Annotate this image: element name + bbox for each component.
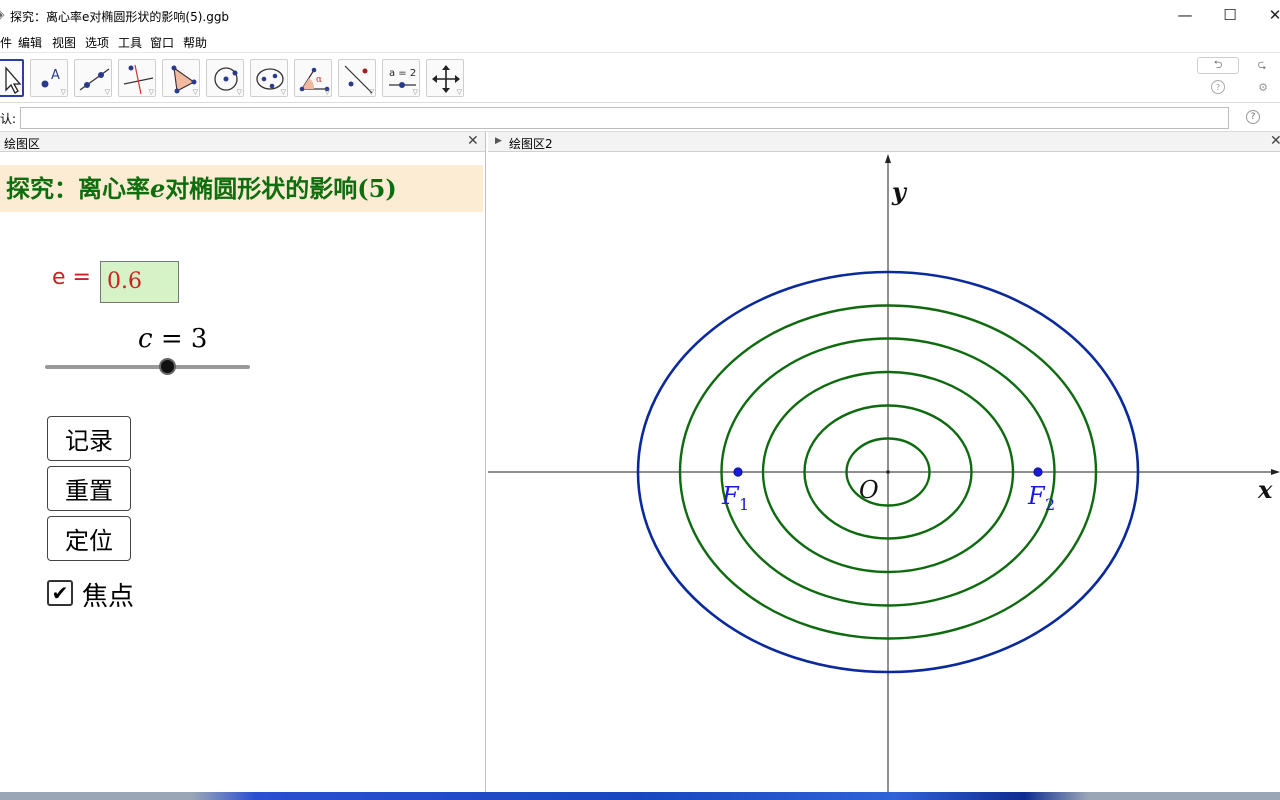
- focus-point-2: [1033, 467, 1043, 477]
- focus-point-1: [733, 467, 743, 477]
- line-tool[interactable]: ▽: [74, 59, 112, 97]
- focus-1-subscript: 1: [739, 495, 749, 514]
- menu-edit[interactable]: 编辑: [18, 34, 42, 51]
- focus-1-label: F: [721, 482, 740, 510]
- menu-tools[interactable]: 工具: [118, 34, 142, 51]
- conic-tool[interactable]: ▽: [250, 59, 288, 97]
- locate-button[interactable]: 定位: [47, 516, 131, 561]
- geogebra-window: ◈ 探究：离心率e对椭圆形状的影响(5).ggb — ☐ ✕ 件 编辑 视图 选…: [0, 0, 1280, 800]
- input-help-icon[interactable]: ?: [1246, 110, 1260, 124]
- angle-tool-label: α: [316, 75, 322, 85]
- foci-checkbox-label: 焦点: [82, 582, 135, 612]
- dropdown-triangle-icon: ▽: [368, 88, 374, 96]
- dropdown-triangle-icon: ▽: [236, 88, 242, 96]
- e-input[interactable]: 0.6: [100, 261, 179, 303]
- x-axis-arrow: [1271, 469, 1280, 475]
- expand-arrow-icon[interactable]: ▶: [495, 136, 502, 146]
- redo-button[interactable]: ⮎: [1241, 57, 1280, 74]
- move-graphics-tool[interactable]: ▽: [426, 59, 464, 97]
- slider-tool-label: a = 2: [389, 68, 416, 79]
- toolbar-help-icon[interactable]: ?: [1211, 80, 1225, 94]
- graphics-2-header: ▶ 绘图区2 ✕: [488, 132, 1280, 152]
- dropdown-triangle-icon: ▽: [412, 88, 418, 96]
- dropdown-triangle-icon: ▽: [104, 88, 110, 96]
- point-tool[interactable]: A ▽: [30, 59, 68, 97]
- window-title: 探究：离心率e对椭圆形状的影响(5).ggb: [10, 10, 230, 24]
- origin-label: O: [859, 476, 879, 504]
- app-icon: ◈: [0, 8, 5, 21]
- menu-view[interactable]: 视图: [52, 34, 76, 51]
- dropdown-triangle-icon: ▽: [456, 88, 462, 96]
- input-bar: 认: ?: [0, 102, 1280, 132]
- maximize-button[interactable]: ☐: [1207, 0, 1253, 30]
- angle-tool[interactable]: α ▽: [294, 59, 332, 97]
- desktop-taskbar-strip: [0, 792, 1280, 800]
- dropdown-triangle-icon: ▽: [60, 88, 66, 96]
- undo-icon: ⮌: [1213, 58, 1223, 71]
- dropdown-triangle-icon: ▽: [192, 88, 198, 96]
- cursor-arrow-icon: [5, 66, 22, 94]
- graphics-2-title: 绘图区2: [509, 137, 553, 151]
- c-slider-label: c = 3: [138, 324, 207, 354]
- banner-suffix: 对椭圆形状的影响(5): [165, 174, 397, 203]
- command-input[interactable]: [20, 107, 1229, 129]
- close-window-button[interactable]: ✕: [1252, 0, 1280, 30]
- menu-bar: 件 编辑 视图 选项 工具 窗口 帮助: [0, 30, 1280, 52]
- c-slider-handle[interactable]: [159, 358, 176, 375]
- e-label: e =: [52, 265, 91, 290]
- graphics-1-header: 绘图区 ✕: [0, 132, 485, 152]
- perpendicular-tool[interactable]: ▽: [118, 59, 156, 97]
- menu-options[interactable]: 选项: [85, 34, 109, 51]
- ellipse-plot[interactable]: yxOF 1 F 2: [488, 152, 1280, 792]
- menu-file[interactable]: 件: [0, 34, 12, 51]
- banner-variable: e: [150, 174, 166, 203]
- focus-2-subscript: 2: [1045, 495, 1055, 514]
- page-title: 探究：离心率e对椭圆形状的影响(5): [0, 165, 483, 212]
- focus-2-label: F: [1027, 482, 1046, 510]
- graphics-view-1: 绘图区 ✕ 探究：离心率e对椭圆形状的影响(5) e = 0.6 c = 3 记…: [0, 132, 486, 792]
- c-slider-track[interactable]: [45, 365, 250, 369]
- banner-prefix: 探究：离心率: [6, 174, 150, 203]
- x-axis-label: x: [1257, 475, 1273, 504]
- dropdown-triangle-icon: ▽: [280, 88, 286, 96]
- record-button[interactable]: 记录: [47, 416, 131, 461]
- graphics-1-title: 绘图区: [4, 137, 41, 151]
- input-label: 认:: [0, 112, 17, 126]
- close-panel-icon[interactable]: ✕: [467, 133, 479, 149]
- c-variable: c: [138, 324, 153, 354]
- origin-point: [886, 470, 890, 474]
- dropdown-triangle-icon: ▽: [148, 88, 154, 96]
- undo-button[interactable]: ⮌: [1197, 57, 1239, 74]
- settings-gear-icon[interactable]: ⚙: [1256, 80, 1270, 94]
- redo-icon: ⮎: [1257, 58, 1267, 71]
- dropdown-triangle-icon: ▽: [324, 88, 330, 96]
- foci-checkbox[interactable]: ✔: [47, 580, 73, 606]
- menu-window[interactable]: 窗口: [150, 34, 174, 51]
- slider-tool[interactable]: a = 2 ▽: [382, 59, 420, 97]
- title-bar: ◈ 探究：离心率e对椭圆形状的影响(5).ggb — ☐ ✕: [0, 0, 1280, 30]
- reset-button[interactable]: 重置: [47, 466, 131, 511]
- close-panel-icon[interactable]: ✕: [1270, 133, 1280, 149]
- y-axis-arrow: [885, 154, 891, 163]
- toolbar: A ▽ ▽ ▽ ▽ ▽ ▽ α ▽ ▽ a = 2 ▽ ▽: [0, 52, 1280, 102]
- move-tool[interactable]: [0, 59, 24, 97]
- menu-help[interactable]: 帮助: [183, 34, 207, 51]
- minimize-button[interactable]: —: [1162, 0, 1208, 30]
- reflect-tool[interactable]: ▽: [338, 59, 376, 97]
- polygon-tool[interactable]: ▽: [162, 59, 200, 97]
- c-value-text: = 3: [152, 324, 208, 354]
- y-axis-label: y: [891, 177, 908, 206]
- graphics-view-2: ▶ 绘图区2 ✕ yxOF1F2: [488, 132, 1280, 792]
- point-tool-label: A: [51, 68, 60, 83]
- checkmark-icon: ✔: [51, 581, 69, 605]
- circle-tool[interactable]: ▽: [206, 59, 244, 97]
